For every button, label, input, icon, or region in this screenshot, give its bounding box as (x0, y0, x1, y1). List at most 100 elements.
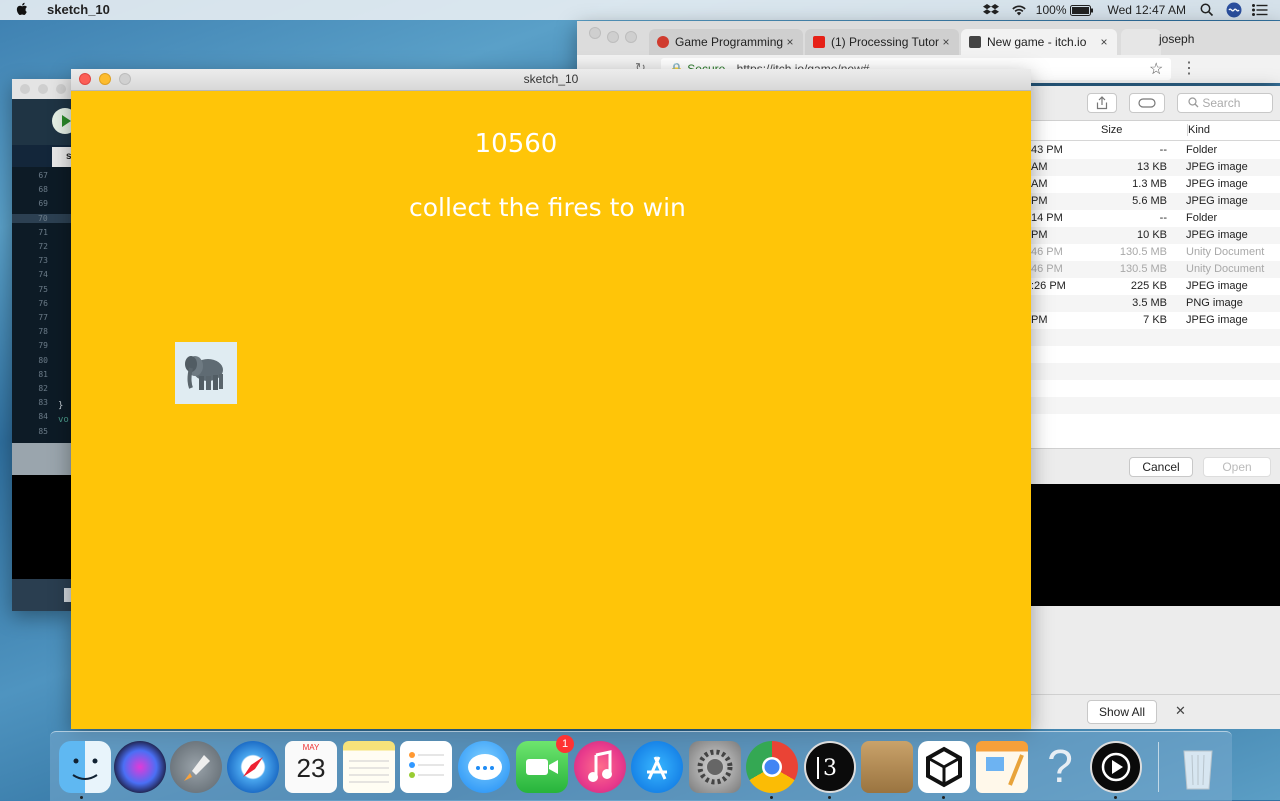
wifi-icon[interactable] (1010, 3, 1028, 17)
sketch-close-button[interactable] (79, 73, 91, 85)
game-instruction-text: collect the fires to win (409, 193, 686, 222)
game-canvas[interactable]: 10560 collect the fires to win (71, 91, 1031, 729)
downloads-bar: Show All ✕ (1031, 694, 1280, 729)
chrome-menu-icon[interactable]: ⋮ (1181, 58, 1197, 78)
browser-tab-itch-new-game[interactable]: New game - itch.io × (961, 29, 1117, 55)
sketch-zoom-button[interactable] (119, 73, 131, 85)
compass-icon (243, 757, 263, 777)
file-list-row[interactable]: 46 PM 130.5 MB Unity Document (1031, 244, 1280, 261)
itunes-dock-icon[interactable] (574, 741, 626, 793)
tab-close-icon[interactable]: × (1097, 35, 1111, 49)
chrome-zoom-button[interactable] (625, 31, 637, 43)
column-header-kind[interactable]: Kind (1187, 124, 1210, 136)
unity-dock-icon[interactable] (918, 741, 970, 793)
row-size: -- (1159, 212, 1167, 224)
tag-button[interactable] (1129, 93, 1165, 113)
app-store-a-icon (647, 756, 667, 780)
row-kind: JPEG image (1186, 314, 1248, 326)
file-list-row[interactable]: :26 PM 225 KB JPEG image (1031, 278, 1280, 295)
file-list-row[interactable]: 46 PM 130.5 MB Unity Document (1031, 261, 1280, 278)
processing-3-dock-icon[interactable]: 3 (804, 741, 856, 793)
row-size: 7 KB (1143, 314, 1167, 326)
file-list-row[interactable]: 14 PM -- Folder (1031, 210, 1280, 227)
active-app-name[interactable]: sketch_10 (47, 2, 110, 17)
chrome-minimize-button[interactable] (607, 31, 619, 43)
file-list-row[interactable]: PM 5.6 MB JPEG image (1031, 193, 1280, 210)
editor-minimize-button[interactable] (38, 84, 48, 94)
chrome-close-button[interactable] (589, 27, 601, 39)
siri-dock-icon[interactable] (114, 741, 166, 793)
facetime-dock-icon[interactable]: 1 (516, 735, 574, 793)
row-kind: Unity Document (1186, 246, 1265, 258)
cancel-button[interactable]: Cancel (1129, 457, 1193, 477)
launchpad-dock-icon[interactable] (170, 741, 222, 793)
sketch-minimize-button[interactable] (99, 73, 111, 85)
elephant-icon (175, 342, 237, 404)
siri-icon[interactable] (1226, 2, 1242, 18)
help-dock-icon[interactable]: ? (1034, 740, 1086, 793)
editor-console-footer (12, 579, 72, 611)
search-field[interactable]: Search (1177, 93, 1273, 113)
messages-dock-icon[interactable] (458, 741, 510, 793)
calendar-dock-icon[interactable]: MAY 23 (285, 741, 337, 793)
row-date-modified: 14 PM (1031, 212, 1063, 224)
open-button[interactable]: Open (1203, 457, 1271, 477)
notification-badge: 1 (556, 735, 574, 753)
app-store-dock-icon[interactable] (631, 741, 683, 793)
system-preferences-dock-icon[interactable] (689, 741, 741, 793)
spotlight-search-icon[interactable] (1200, 3, 1214, 17)
line-number: 70 (12, 213, 72, 223)
safari-dock-icon[interactable] (227, 741, 279, 793)
empty-row (1031, 363, 1280, 380)
finder-dock-icon[interactable] (59, 741, 111, 793)
row-date-modified: AM (1031, 178, 1048, 190)
background-console-strip (1031, 484, 1280, 606)
file-list-row[interactable]: 3.5 MB PNG image (1031, 295, 1280, 312)
tag-icon (1138, 98, 1156, 108)
quicktime-dock-icon[interactable] (1090, 741, 1142, 793)
editor-close-button[interactable] (20, 84, 30, 94)
chrome-dock-icon[interactable] (746, 741, 798, 793)
dock-separator (1158, 742, 1159, 792)
file-list-row[interactable]: AM 1.3 MB JPEG image (1031, 176, 1280, 193)
show-all-button[interactable]: Show All (1087, 700, 1157, 724)
battery-icon[interactable] (1069, 4, 1094, 16)
sketch-titlebar: sketch_10 (71, 69, 1031, 91)
file-list-row[interactable]: AM 13 KB JPEG image (1031, 159, 1280, 176)
tab-close-icon[interactable]: × (939, 35, 953, 49)
rocket-icon (184, 755, 210, 781)
code-closing-brace: } (58, 401, 64, 411)
new-tab-button[interactable] (1121, 29, 1161, 55)
column-header-size[interactable]: Size (1101, 124, 1122, 136)
file-list-row[interactable]: PM 10 KB JPEG image (1031, 227, 1280, 244)
editor-zoom-button[interactable] (56, 84, 66, 94)
reminders-dock-icon[interactable] (400, 741, 452, 793)
apple-menu-icon[interactable] (16, 2, 28, 16)
score-display: 10560 (474, 129, 558, 159)
chrome-profile-name[interactable]: joseph (1159, 32, 1194, 46)
dropbox-icon[interactable] (982, 3, 1000, 17)
editor-titlebar (12, 79, 72, 99)
menu-clock[interactable]: Wed 12:47 AM (1108, 3, 1187, 17)
file-list-row[interactable]: 43 PM -- Folder (1031, 142, 1280, 159)
browser-tab-game-programming[interactable]: Game Programming × (649, 29, 803, 55)
sketch-tab[interactable]: s (52, 147, 72, 167)
tab-close-icon[interactable]: × (783, 35, 797, 49)
dialog-toolbar: Search (1031, 86, 1280, 121)
pages-dock-icon[interactable] (976, 741, 1028, 793)
notification-center-icon[interactable] (1252, 4, 1268, 16)
notes-dock-icon[interactable] (343, 741, 395, 793)
close-downloads-icon[interactable]: ✕ (1175, 703, 1186, 719)
trash-dock-icon[interactable] (1172, 741, 1224, 793)
row-kind: Unity Document (1186, 263, 1265, 275)
editor-console (12, 475, 72, 579)
file-list-row[interactable]: PM 7 KB JPEG image (1031, 312, 1280, 329)
row-kind: JPEG image (1186, 178, 1248, 190)
share-button[interactable] (1087, 93, 1117, 113)
editor-tab-bar: s (12, 145, 72, 167)
browser-tab-processing-tutorial[interactable]: (1) Processing Tutoria × (805, 29, 959, 55)
row-kind: JPEG image (1186, 229, 1248, 241)
contacts-dock-icon[interactable] (861, 741, 913, 793)
sketch-window: sketch_10 10560 collect the fires to win (71, 69, 1031, 729)
bookmark-star-icon[interactable]: ☆ (1149, 59, 1163, 79)
